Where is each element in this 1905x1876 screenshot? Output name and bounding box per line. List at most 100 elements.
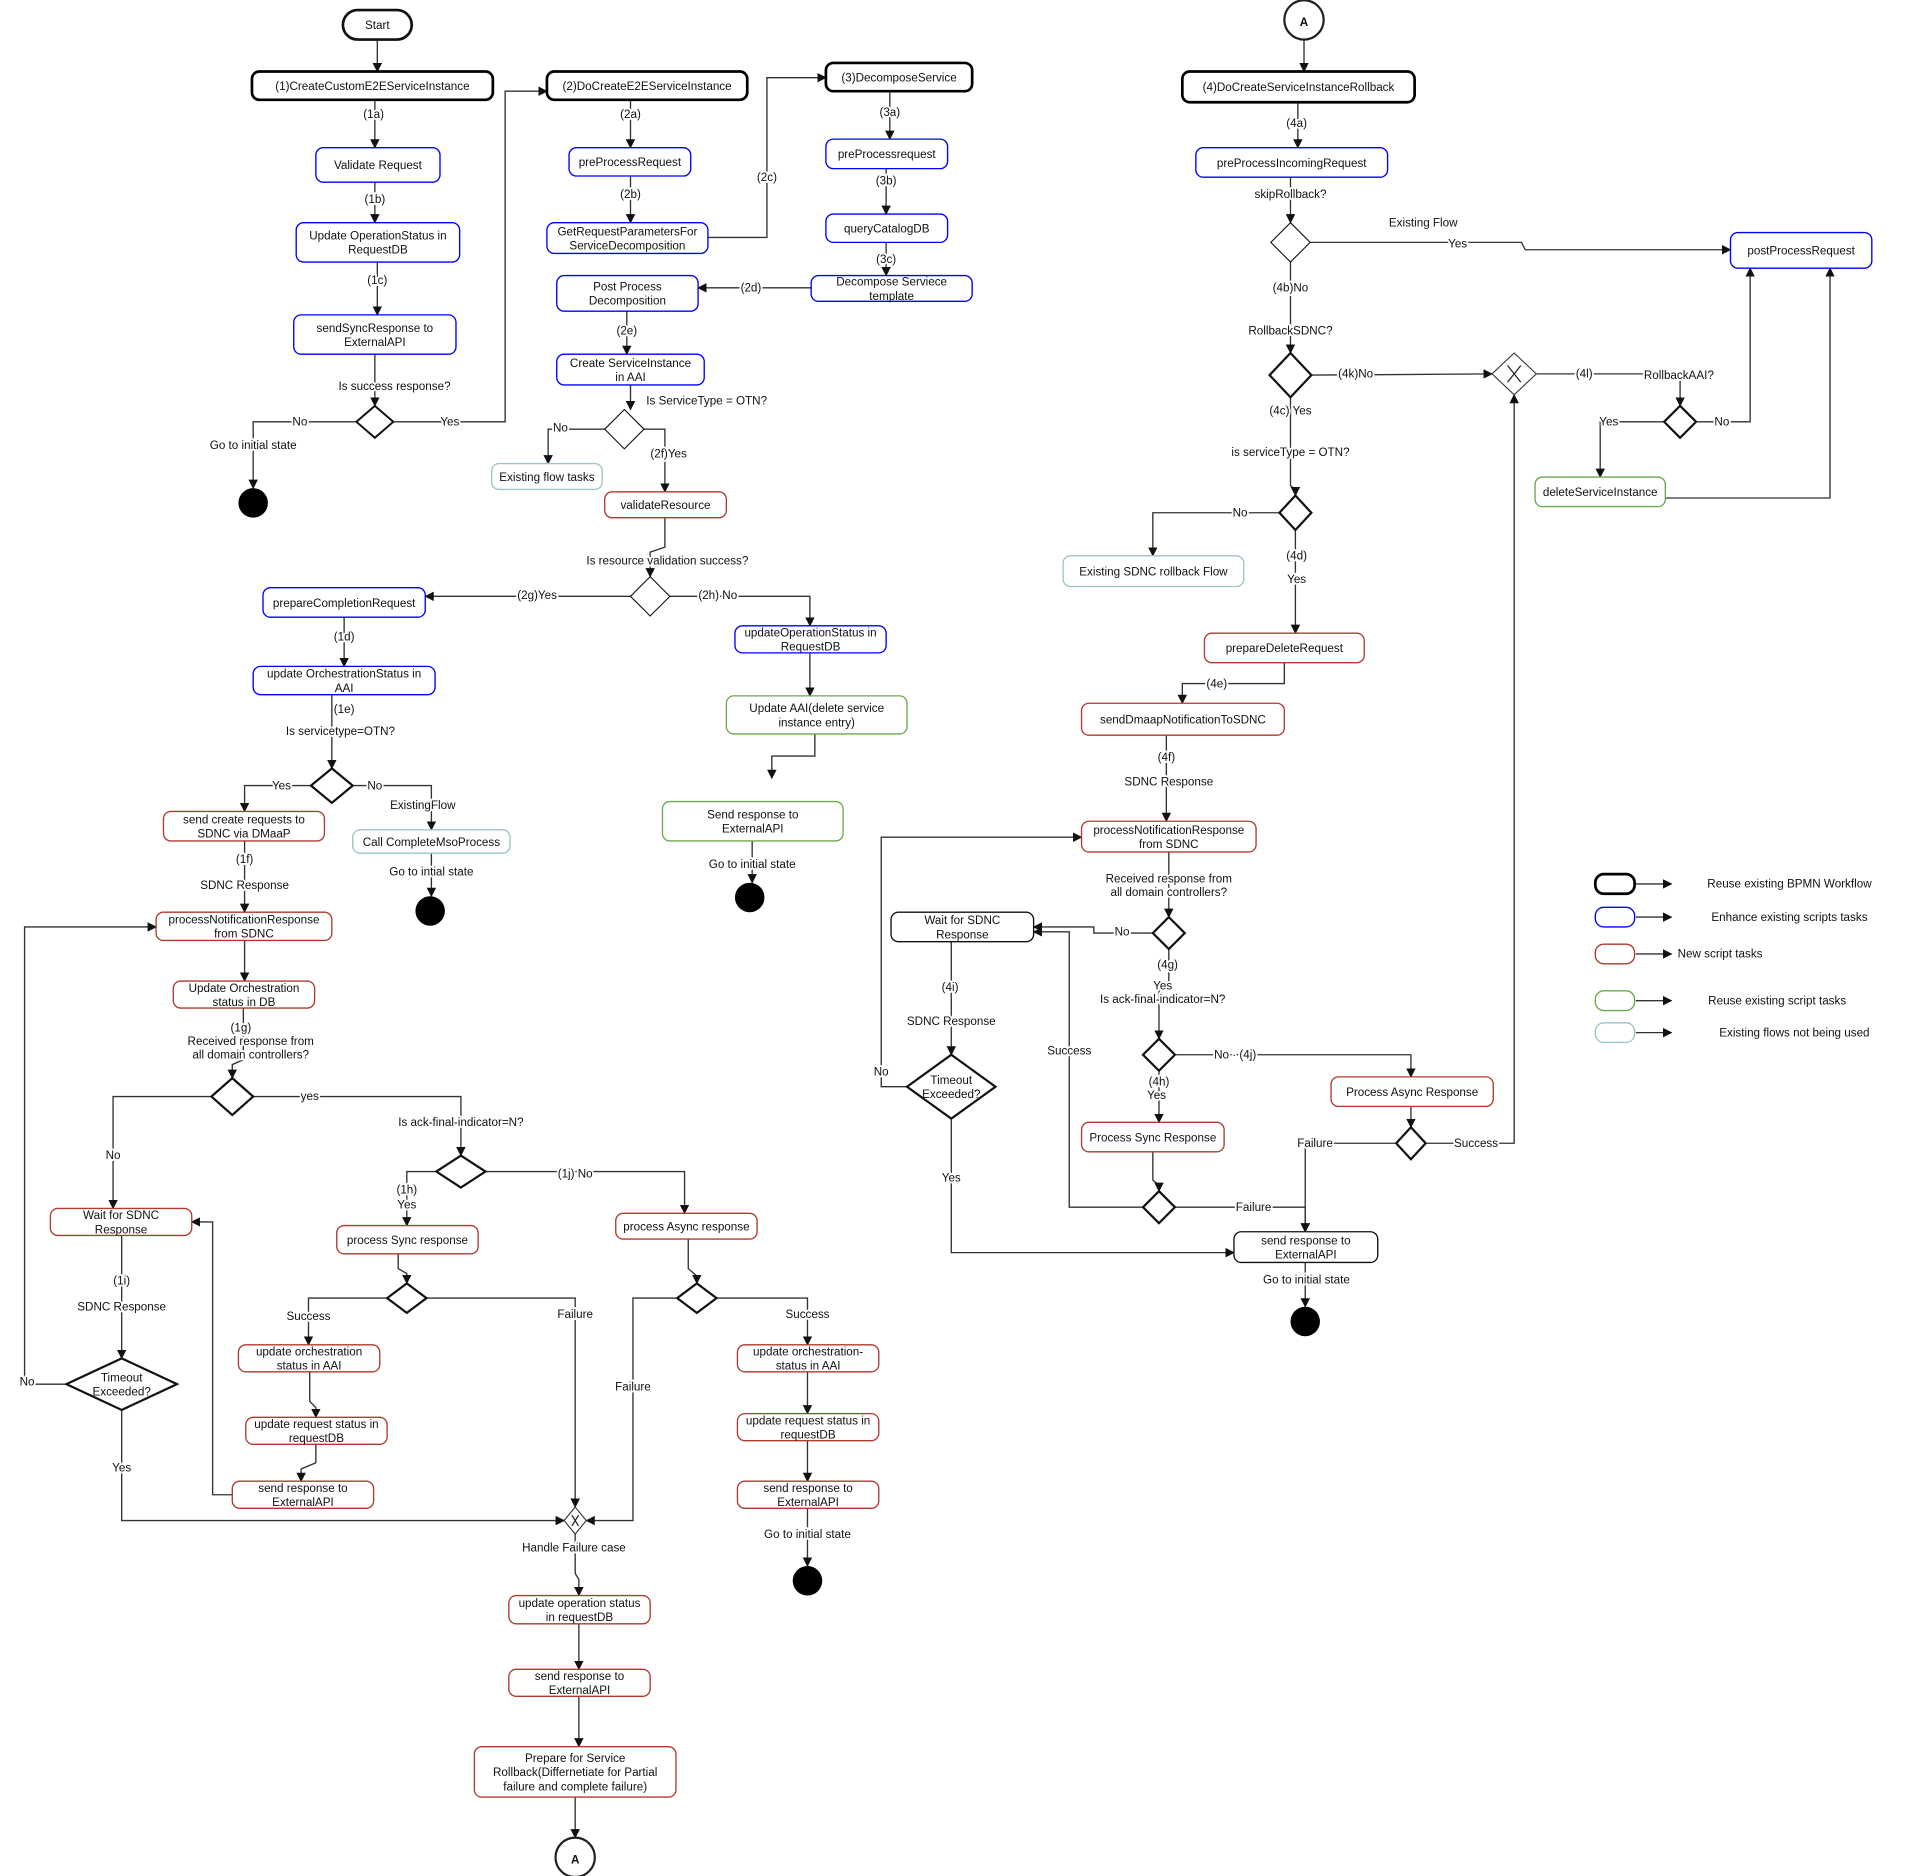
node-nR24[interactable]: Process Sync Response — [1080, 1121, 1225, 1153]
node-n2h[interactable]: updateOperationStatus in RequestDB — [734, 625, 887, 654]
node-nR15[interactable]: Prepare for Service Rollback(Differnetiat… — [473, 1746, 677, 1798]
edge-label: (4a) — [1286, 117, 1307, 130]
node-nR21[interactable]: sendDmaapNotificationToSDNC — [1080, 702, 1286, 736]
node-n4[interactable]: (4)DoCreateServiceInstanceRollback — [1180, 70, 1416, 104]
node-n3c[interactable]: Decompose Serviece template — [810, 274, 973, 303]
node-label: queryCatalogDB — [844, 223, 930, 236]
node-nR12[interactable]: send response to ExternalAPI — [736, 1480, 880, 1509]
decision-gateway[interactable] — [1151, 915, 1187, 951]
decision-gateway[interactable] — [675, 1281, 719, 1315]
node-nPost[interactable]: postProcessRequest — [1729, 231, 1873, 269]
node-nR6[interactable]: process Async response — [615, 1212, 758, 1240]
node-nR23[interactable]: Process Async Response — [1330, 1076, 1494, 1108]
edge-label: (1c) — [367, 274, 387, 287]
node-cA1[interactable]: A — [1283, 0, 1325, 41]
exclusive-gateway[interactable] — [1491, 352, 1538, 396]
decision-gateway[interactable] — [629, 575, 671, 617]
node-label: Process Sync Response — [1089, 1131, 1216, 1144]
flow-arrow — [645, 517, 666, 578]
decision-gateway[interactable] — [209, 1076, 255, 1117]
edge-label: No — [874, 1066, 889, 1079]
node-nR13[interactable]: update operation status in requestDB — [508, 1594, 651, 1625]
legend-label: Enhance existing scripts tasks — [1711, 911, 1867, 924]
edge-label: Yes — [1153, 980, 1172, 993]
edge-label: (1a) — [363, 108, 384, 121]
decision-gateway[interactable] — [603, 408, 645, 450]
edge-label: Yes — [112, 1461, 131, 1474]
node-nT2[interactable]: Call CompleteMsoProcess — [352, 829, 511, 854]
node-nR9[interactable]: send response to ExternalAPI — [231, 1480, 375, 1509]
node-nR8[interactable]: update request status in requestDB — [245, 1416, 388, 1445]
node-n2b[interactable]: GetRequestParametersFor ServiceDecomposit… — [546, 222, 709, 255]
node-nR3[interactable]: Update Orchestration status in DB — [172, 980, 316, 1009]
node-label: A — [571, 1853, 580, 1866]
node-n1c[interactable]: sendSyncResponse to ExternalAPI — [293, 314, 457, 355]
edge-label: Go to initial state — [210, 439, 297, 452]
exclusive-gateway[interactable] — [563, 1506, 587, 1535]
node-n4a[interactable]: preProcessIncomingRequest — [1195, 147, 1389, 178]
decision-gateway[interactable] — [1277, 493, 1313, 532]
decision-gateway[interactable] — [1662, 404, 1698, 440]
node-nG3[interactable]: deleteServiceInstance — [1534, 476, 1667, 508]
node-nR14[interactable]: send response to ExternalAPI — [508, 1668, 651, 1697]
flow-arrow — [426, 1297, 580, 1508]
decision-gateway[interactable] — [1141, 1189, 1177, 1225]
node-d15[interactable]: Timeout Exceeded? — [905, 1053, 998, 1121]
node-n1d[interactable]: update OrchestrationStatus in AAI — [252, 665, 436, 696]
edge-label: is serviceType = OTN? — [1231, 446, 1350, 459]
decision-gateway[interactable] — [385, 1281, 429, 1315]
node-label: send create requests to SDNC via DMaaP — [183, 813, 305, 840]
node-n3[interactable]: (3)DecomposeService — [824, 61, 974, 93]
node-nR7[interactable]: update orchestration status in AAI — [237, 1344, 381, 1373]
edge-label: Yes — [942, 1171, 961, 1184]
node-nT1[interactable]: Existing flow tasks — [490, 462, 603, 491]
node-nR20[interactable]: prepareDeleteRequest — [1203, 632, 1365, 664]
flow-arrow — [1310, 241, 1732, 255]
node-start[interactable]: Start — [341, 8, 414, 41]
end-event — [1290, 1306, 1320, 1337]
decision-gateway[interactable] — [434, 1154, 488, 1189]
node-nR22[interactable]: processNotificationResponse from SDNC — [1080, 820, 1257, 853]
node-n2[interactable]: (2)DoCreateE2EServiceInstance — [545, 70, 749, 102]
node-nG1[interactable]: Update AAI(delete service instance entry) — [725, 695, 908, 735]
node-nG2[interactable]: Send response to ExternalAPI — [661, 800, 844, 842]
decision-gateway[interactable] — [1394, 1125, 1428, 1161]
node-nR4[interactable]: Wait for SDNC Response — [49, 1207, 193, 1236]
node-n1a[interactable]: Validate Request — [315, 147, 441, 183]
node-n2d[interactable]: Post Process Decomposition — [556, 274, 699, 312]
node-n1b[interactable]: Update OperationStatus in RequestDB — [295, 222, 461, 263]
decision-gateway[interactable] — [309, 766, 355, 805]
node-n2a[interactable]: preProcessRequest — [568, 147, 692, 177]
node-nR10[interactable]: update orchestration-status in AAI — [736, 1344, 880, 1373]
legend-item-workflow: Reuse existing BPMN Workflow — [1593, 872, 1872, 896]
decision-gateway[interactable] — [1270, 221, 1311, 263]
node-n2e[interactable]: Create ServiceInstance in AAI — [556, 353, 705, 386]
legend-swatch — [1594, 990, 1636, 1012]
node-d6[interactable]: Timeout Exceeded? — [63, 1357, 180, 1412]
node-nB1[interactable]: Wait for SDNC Response — [890, 911, 1035, 943]
flow-arrow — [1300, 1142, 1397, 1233]
node-nR2[interactable]: processNotificationResponse from SDNC — [155, 911, 333, 942]
decision-gateway[interactable] — [354, 404, 395, 440]
node-nT3[interactable]: Existing SDNC rollback Flow — [1062, 555, 1245, 588]
node-nR1[interactable]: send create requests to SDNC via DMaaP — [162, 810, 326, 842]
edge-label: (1g) — [231, 1021, 252, 1034]
legend-swatch — [1594, 1022, 1636, 1044]
node-nR11[interactable]: update request status in requestDB — [736, 1412, 880, 1442]
bpmn-flow-diagram: Start (1)CreateCustomE2EServiceInstance Va… — [18, 0, 1873, 1876]
node-label: preProcessRequest — [579, 156, 682, 169]
decision-gateway[interactable] — [1141, 1037, 1177, 1073]
node-n3a[interactable]: preProcessrequest — [825, 138, 949, 170]
edge-label: yes — [301, 1090, 319, 1103]
node-label: Start — [365, 19, 390, 32]
node-n2g[interactable]: prepareCompletionRequest — [262, 587, 426, 618]
node-n2f[interactable]: validateResource — [604, 491, 728, 519]
edge-label: Is servicetype=OTN? — [286, 725, 396, 738]
flow-arrow — [716, 1297, 813, 1346]
node-cA2[interactable]: A — [554, 1836, 596, 1876]
node-nR5[interactable]: process Sync response — [336, 1224, 479, 1255]
node-n1[interactable]: (1)CreateCustomE2EServiceInstance — [250, 70, 495, 102]
node-nB2[interactable]: send response to ExternalAPI — [1233, 1231, 1379, 1264]
node-n3b[interactable]: queryCatalogDB — [825, 213, 949, 244]
decision-gateway[interactable] — [1268, 351, 1313, 399]
